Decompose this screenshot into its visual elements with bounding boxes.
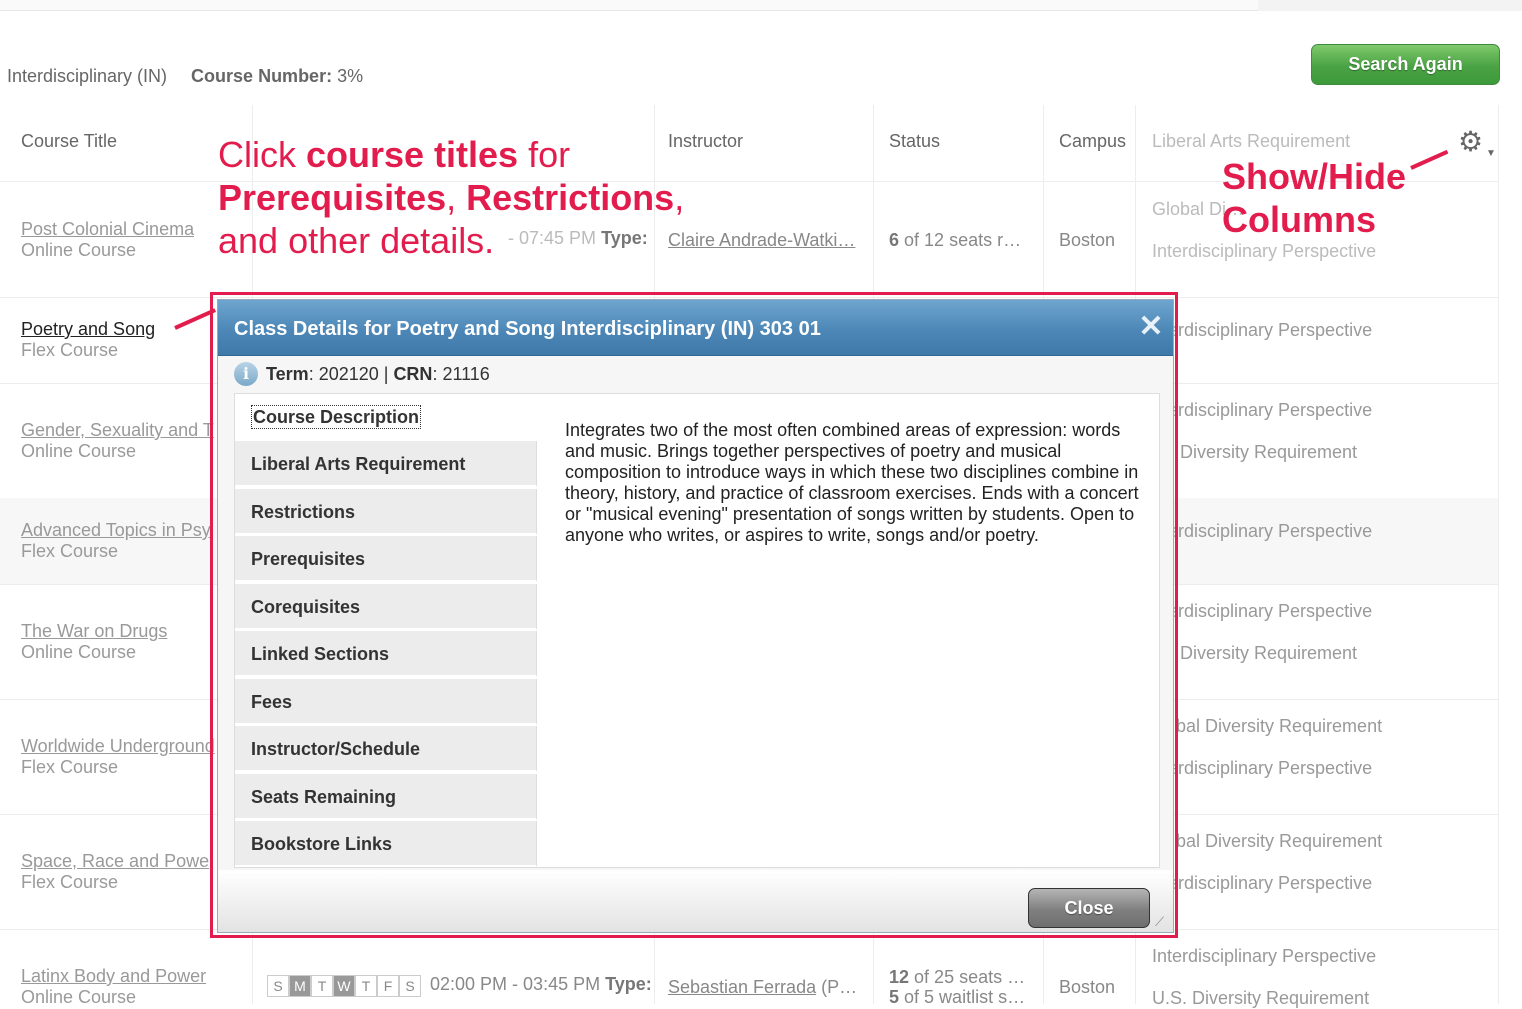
course-type: Online Course [21, 441, 137, 461]
gear-icon[interactable]: ⚙ ▼ [1458, 128, 1496, 160]
term-value: : 202120 | [308, 363, 394, 384]
tab-seats-remaining[interactable]: Seats Remaining [235, 774, 537, 820]
tab-instructor-schedule[interactable]: Instructor/Schedule [235, 726, 537, 772]
day-sunday: S [267, 975, 289, 997]
close-icon[interactable]: ✕ [1136, 312, 1166, 342]
header-course-title[interactable]: Course Title [21, 131, 117, 152]
term-crn-info: i Term: 202120 | CRN: 21116 [234, 362, 490, 386]
col-divider [1498, 105, 1499, 1004]
lar-value: Interdisciplinary Perspective [1152, 946, 1377, 966]
course-title-link[interactable]: The War on Drugs [21, 621, 167, 642]
lar-value: erdisciplinary Perspective [1168, 601, 1373, 621]
day-saturday: S [399, 975, 421, 997]
header-campus[interactable]: Campus [1059, 131, 1126, 152]
search-filter-summary: Interdisciplinary (IN) Course Number: 3% [7, 66, 363, 87]
info-icon: i [234, 362, 258, 386]
instructor-link[interactable]: Claire Andrade-Watki… [668, 230, 855, 251]
lar-value: erdisciplinary Perspective [1168, 320, 1373, 340]
course-title-link[interactable]: Latinx Body and Power [21, 966, 206, 987]
lar-value: U.S. Diversity Requirement [1152, 988, 1370, 1008]
filter-course-number-label: Course Number: [191, 66, 333, 86]
lar-value: erdisciplinary Perspective [1168, 873, 1373, 893]
day-friday: F [377, 975, 399, 997]
day-wednesday: W [333, 975, 355, 997]
campus: Boston [1059, 230, 1116, 250]
day-monday: M [289, 975, 311, 997]
seat-status: 6 of 12 seats r… [889, 230, 1022, 250]
seat-status: 12 of 25 seats … [889, 967, 1026, 987]
course-title-link[interactable]: Poetry and Song [21, 319, 155, 340]
course-type: Flex Course [21, 872, 119, 892]
course-type: Flex Course [21, 541, 119, 561]
details-tabs: Course Description Liberal Arts Requirem… [235, 394, 537, 867]
header-status[interactable]: Status [889, 131, 940, 152]
lar-value: bal Diversity Requirement [1176, 831, 1383, 851]
tab-prerequisites[interactable]: Prerequisites [235, 536, 537, 582]
tab-corequisites[interactable]: Corequisites [235, 584, 537, 630]
day-tuesday: T [311, 975, 333, 997]
search-again-button[interactable]: Search Again [1311, 44, 1500, 85]
details-panel: Course Description Liberal Arts Requirem… [234, 393, 1160, 868]
course-title-link[interactable]: Worldwide Underground [21, 736, 215, 757]
lar-value: Interdisciplinary Perspective [1152, 241, 1377, 261]
course-description-text: Integrates two of the most often combine… [565, 420, 1139, 545]
course-title-link[interactable]: Post Colonial Cinema [21, 219, 194, 240]
day-thursday: T [355, 975, 377, 997]
lar-value: . Diversity Requirement [1170, 442, 1358, 462]
tab-liberal-arts-requirement[interactable]: Liberal Arts Requirement [235, 441, 537, 487]
filter-course-number-value: 3% [337, 66, 364, 86]
term-label: Term [266, 363, 309, 384]
course-type: Online Course [21, 987, 137, 1007]
course-title-link[interactable]: Space, Race and Powe [21, 851, 209, 872]
annotation-arrow [1410, 149, 1449, 170]
course-type: Flex Course [21, 757, 119, 777]
crn-label: CRN [393, 363, 433, 384]
top-bar [0, 0, 1522, 11]
header-liberal-arts-requirement[interactable]: Liberal Arts Requirement [1152, 131, 1350, 152]
dialog-header: Class Details for Poetry and Song Interd… [218, 300, 1173, 356]
lar-value: . Diversity Requirement [1170, 643, 1358, 663]
course-type: Online Course [21, 642, 137, 662]
meeting-days: S M T W T F S [267, 975, 421, 997]
lar-value: erdisciplinary Perspective [1168, 521, 1373, 541]
course-title-link[interactable]: Advanced Topics in Psy [21, 520, 211, 541]
dialog-title: Class Details for Poetry and Song Interd… [234, 318, 821, 340]
course-type: Online Course [21, 240, 137, 260]
instructor-link[interactable]: Sebastian Ferrada (P… [668, 977, 857, 998]
close-button[interactable]: Close [1028, 888, 1150, 928]
tab-bookstore-links[interactable]: Bookstore Links [235, 821, 537, 867]
resize-grip-icon[interactable]: ⟋ [1155, 914, 1171, 930]
course-title-link[interactable]: Gender, Sexuality and T [21, 420, 214, 441]
tab-course-description[interactable]: Course Description [235, 394, 537, 440]
class-details-dialog: Class Details for Poetry and Song Interd… [217, 299, 1174, 933]
waitlist-status: 5 of 5 waitlist s… [889, 987, 1026, 1007]
crn-value: : 21116 [432, 363, 490, 384]
lar-value: erdisciplinary Perspective [1168, 758, 1373, 778]
annotation-course-titles: Click course titles for Prerequisites, R… [218, 134, 685, 261]
filter-subject: Interdisciplinary (IN) [7, 66, 168, 86]
lar-value: erdisciplinary Perspective [1168, 400, 1373, 420]
meeting-time: 02:00 PM - 03:45 PM Type: [430, 974, 652, 994]
tab-linked-sections[interactable]: Linked Sections [235, 631, 537, 677]
lar-value: bal Diversity Requirement [1176, 716, 1383, 736]
tab-fees[interactable]: Fees [235, 679, 537, 725]
course-type: Flex Course [21, 340, 119, 360]
campus: Boston [1059, 977, 1116, 997]
tab-restrictions[interactable]: Restrictions [235, 489, 537, 535]
annotation-show-hide-columns: Show/Hide Columns [1222, 156, 1407, 240]
